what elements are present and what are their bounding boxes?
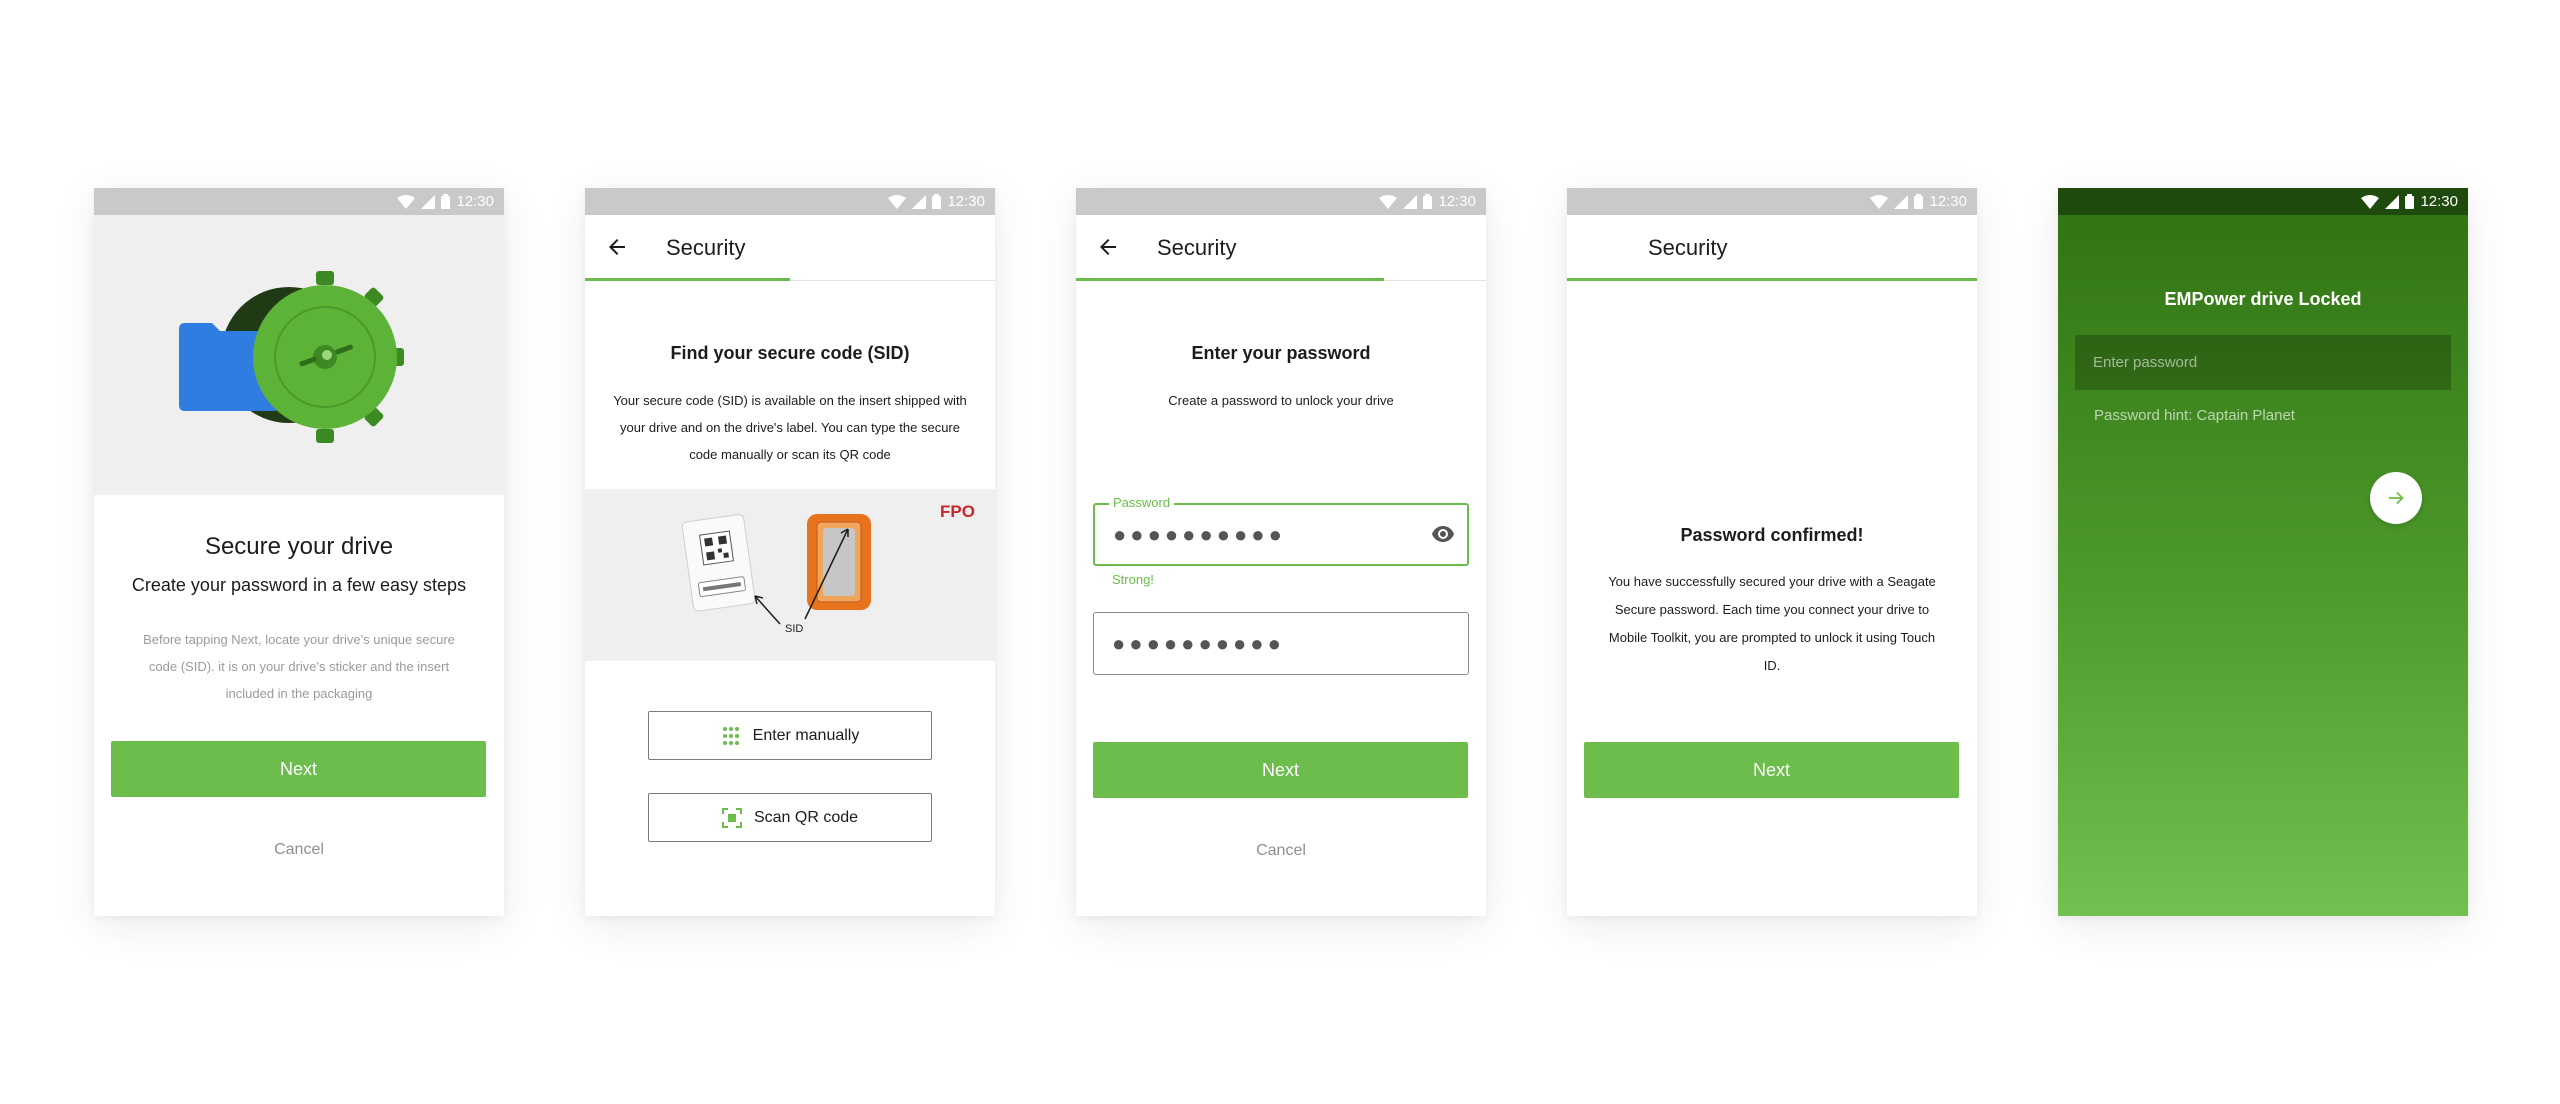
app-bar: Security — [1076, 215, 1486, 281]
unlock-password-input[interactable] — [2075, 335, 2451, 390]
confirm-password-field[interactable]: ●●●●●●●●●● — [1093, 612, 1469, 675]
password-value: ●●●●●●●●●● — [1113, 521, 1286, 547]
cancel-button[interactable]: Cancel — [1076, 842, 1486, 860]
confirmation-text: You have successfully secured your drive… — [1608, 574, 1936, 673]
status-time: 12:30 — [947, 193, 985, 210]
unlock-submit-button[interactable] — [2370, 472, 2422, 524]
cancel-button[interactable]: Cancel — [94, 841, 504, 859]
status-time: 12:30 — [2420, 193, 2458, 210]
wifi-icon — [2361, 194, 2380, 209]
screen-drive-locked: 12:30 EMPower drive Locked Password hint… — [2058, 188, 2468, 916]
signal-icon — [1403, 194, 1418, 209]
status-bar: 12:30 — [1076, 188, 1486, 215]
signal-icon — [421, 194, 436, 209]
section-heading: Find your secure code (SID) — [670, 343, 910, 363]
battery-icon — [441, 194, 451, 209]
screen-password-confirmed: 12:30 Security Password confirmed! You h… — [1567, 188, 1977, 916]
page-title: Secure your drive — [204, 533, 394, 560]
step-progress-bar — [585, 278, 790, 281]
wifi-icon — [1870, 194, 1889, 209]
status-bar: 12:30 — [2058, 188, 2468, 215]
screen-enter-password: 12:30 Security Enter your password Creat… — [1076, 188, 1486, 916]
step-progress-bar — [1567, 278, 1977, 281]
show-password-eye-icon[interactable] — [1431, 525, 1455, 543]
section-heading: Enter your password — [1191, 343, 1371, 363]
next-button[interactable]: Next — [111, 741, 486, 797]
step-progress-bar — [1076, 278, 1384, 281]
secure-drive-illustration — [179, 271, 404, 443]
sid-instructions: Your secure code (SID) is available on t… — [613, 393, 967, 462]
scan-qr-label: Scan QR code — [753, 808, 859, 826]
status-bar: 12:30 — [585, 188, 995, 215]
app-bar-title: Security — [1648, 235, 1728, 260]
next-button[interactable]: Next — [1584, 742, 1959, 798]
back-arrow-icon[interactable] — [605, 235, 629, 259]
status-bar: 12:30 — [94, 188, 504, 215]
status-time: 12:30 — [1929, 193, 1967, 210]
battery-icon — [932, 194, 942, 209]
instructions-text: Before tapping Next, locate your drive's… — [143, 632, 455, 701]
signal-icon — [912, 194, 927, 209]
status-time: 12:30 — [456, 193, 494, 210]
app-bar-title: Security — [666, 235, 746, 260]
battery-icon — [1423, 194, 1433, 209]
hero-illustration — [94, 215, 504, 495]
signal-icon — [1894, 194, 1909, 209]
battery-icon — [1914, 194, 1924, 209]
wifi-icon — [888, 194, 907, 209]
locked-title: EMPower drive Locked — [2164, 289, 2362, 309]
next-button[interactable]: Next — [1093, 742, 1468, 798]
password-strength: Strong! — [1112, 572, 1154, 587]
password-hint: Password hint: Captain Planet — [2094, 407, 2295, 424]
battery-icon — [2405, 194, 2415, 209]
wifi-icon — [397, 194, 416, 209]
status-bar: 12:30 — [1567, 188, 1977, 215]
app-bar: Security — [1567, 215, 1977, 281]
page-subtitle: Create your password in a few easy steps — [131, 575, 467, 595]
app-bar-title: Security — [1157, 235, 1237, 260]
qr-scan-icon — [721, 807, 742, 828]
enter-manually-button[interactable]: Enter manually — [648, 711, 932, 760]
section-heading: Password confirmed! — [1680, 525, 1864, 545]
drive-and-insert-illustration: SID — [681, 514, 871, 635]
screen-find-sid: 12:30 Security Find your secure code (SI… — [585, 188, 995, 916]
app-bar: Security — [585, 215, 995, 281]
password-field-label: Password — [1109, 495, 1175, 510]
sid-illustration: FPO SID — [585, 489, 995, 661]
section-subtitle: Create a password to unlock your drive — [1168, 393, 1394, 408]
sid-label: SID — [785, 623, 803, 635]
confirm-password-value: ●●●●●●●●●● — [1112, 630, 1285, 656]
status-time: 12:30 — [1438, 193, 1476, 210]
scan-qr-button[interactable]: Scan QR code — [648, 793, 932, 842]
back-arrow-icon[interactable] — [1096, 235, 1120, 259]
arrow-right-icon — [2388, 491, 2404, 505]
fpo-badge: FPO — [940, 502, 975, 521]
screen-secure-drive: 12:30 Secure your drive Create your pass… — [94, 188, 504, 916]
signal-icon — [2385, 194, 2400, 209]
enter-manually-label: Enter manually — [752, 726, 860, 744]
wifi-icon — [1379, 194, 1398, 209]
password-field[interactable]: Password ●●●●●●●●●● — [1093, 495, 1469, 566]
keypad-icon — [722, 726, 739, 745]
